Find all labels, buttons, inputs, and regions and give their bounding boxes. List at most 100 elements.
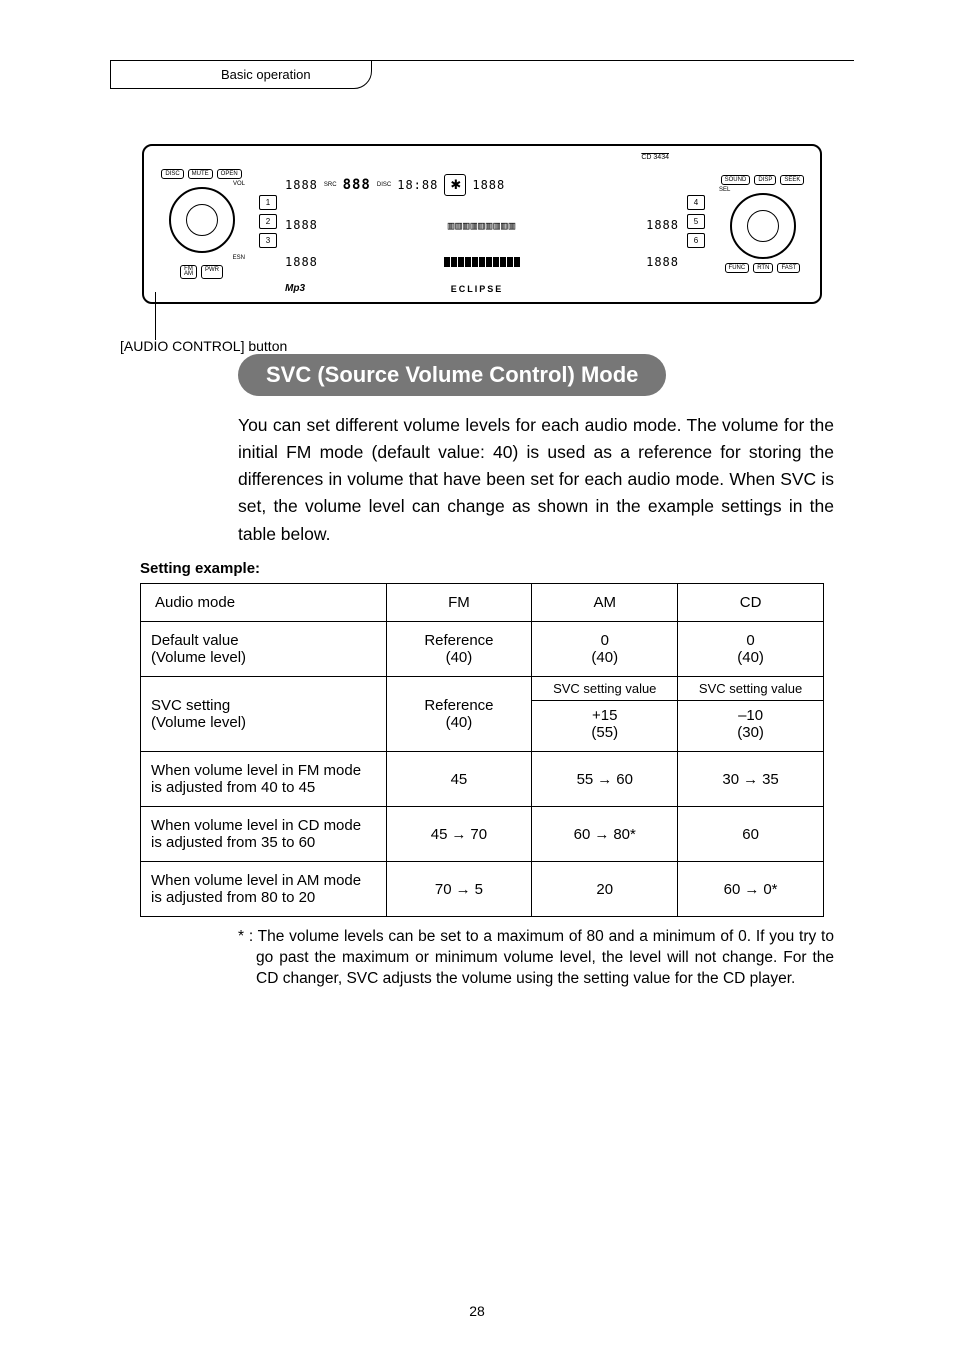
cell-default-am: 0 (40) — [532, 621, 678, 676]
cell-text: 5 — [475, 881, 483, 898]
open-button: OPEN — [217, 169, 242, 179]
cell-text: (Volume level) — [151, 714, 246, 731]
row-a-label: When volume level in FM mode is adjusted… — [141, 752, 387, 807]
cell-text: is adjusted from 35 to 60 — [151, 834, 315, 851]
fm-am-button: FMAM — [180, 265, 197, 280]
cell-text: 70 — [435, 881, 452, 898]
preset-2: 2 — [259, 214, 277, 229]
am-label: AM — [184, 271, 193, 277]
disc-label: DISC — [377, 182, 391, 188]
seg-888: 888 — [343, 177, 371, 193]
cell-b-am: 60→80* — [532, 807, 678, 862]
cell-text: is adjusted from 80 to 20 — [151, 889, 315, 906]
table-row: When volume level in AM mode is adjusted… — [141, 862, 824, 917]
fast-button: FAST — [777, 263, 800, 273]
esn-label: ESN — [233, 253, 249, 261]
cell-text: When volume level in AM mode — [151, 872, 361, 889]
table-row: Default value (Volume level) Reference (… — [141, 621, 824, 676]
lcd-display: 1888 SRC 888 DISC 18:88 1888 1888 ▥▥▥▥▥▥… — [281, 161, 683, 282]
table-row: When volume level in CD mode is adjusted… — [141, 807, 824, 862]
row-default-label: Default value (Volume level) — [141, 621, 387, 676]
cell-text: Reference — [424, 632, 493, 649]
rtn-button: RTN — [753, 263, 773, 273]
seg-right-3: 1888 — [646, 255, 679, 269]
cell-text: Reference — [424, 697, 493, 714]
arrow-icon: → — [447, 826, 470, 843]
row-c-label: When volume level in AM mode is adjusted… — [141, 862, 387, 917]
vol-label: VOL — [233, 179, 249, 187]
svc-table: Audio mode FM AM CD Default value (Volum… — [140, 583, 824, 918]
cell-text: 35 — [762, 771, 779, 788]
cell-subhead: SVC setting value — [678, 681, 823, 697]
row-svc-label: SVC setting (Volume level) — [141, 676, 387, 752]
func-button: FUNC — [725, 263, 750, 273]
table-row: When volume level in FM mode is adjusted… — [141, 752, 824, 807]
mute-button: MUTE — [188, 169, 213, 179]
preset-3: 3 — [259, 233, 277, 248]
th-am: AM — [532, 583, 678, 621]
cell-text: 60 — [724, 881, 741, 898]
audio-control-knob — [169, 187, 235, 253]
cell-text: 0 — [601, 632, 609, 649]
cell-text: 60 — [574, 826, 591, 843]
equalizer-icon: ▥▥▥▥▥▥▥▥▥ — [324, 219, 640, 232]
cell-text: (55) — [591, 724, 618, 741]
seek-button: SEEK — [780, 175, 804, 185]
breadcrumb: Basic operation — [221, 67, 311, 82]
model-label: CD 3434 — [255, 154, 709, 161]
cell-text: When volume level in CD mode — [151, 817, 361, 834]
disp-button: DISP — [754, 175, 776, 185]
cell-default-fm: Reference (40) — [386, 621, 532, 676]
th-cd: CD — [678, 583, 824, 621]
cell-default-cd: 0 (40) — [678, 621, 824, 676]
cell-text: 45 — [431, 826, 448, 843]
cell-c-fm: 70→5 — [386, 862, 532, 917]
cell-text: When volume level in FM mode — [151, 762, 361, 779]
cell-svc-cd: SVC setting value –10 (30) — [678, 676, 824, 752]
cell-text: SVC setting — [151, 697, 230, 714]
preset-1: 1 — [259, 195, 277, 210]
cell-text: Default value — [151, 632, 239, 649]
select-knob — [730, 193, 796, 259]
cell-text: (Volume level) — [151, 649, 246, 666]
th-fm: FM — [386, 583, 532, 621]
cell-c-am: 20 — [532, 862, 678, 917]
seg-time: 18:88 — [397, 178, 438, 192]
arrow-icon: → — [452, 881, 475, 898]
cell-text: (40) — [446, 649, 473, 666]
mp3-icon: Mp3 — [255, 283, 305, 294]
table-header-row: Audio mode FM AM CD — [141, 583, 824, 621]
spectrum-icon — [324, 257, 640, 267]
header-tab: Basic operation — [110, 60, 372, 89]
seg-left: 1888 — [285, 178, 318, 192]
cell-text: (40) — [446, 714, 473, 731]
setting-example-label: Setting example: — [140, 560, 834, 577]
callout-line — [155, 292, 156, 340]
pwr-button: PWR — [201, 265, 223, 280]
cell-text: 70 — [470, 826, 487, 843]
footnote: * : The volume levels can be set to a ma… — [238, 927, 834, 990]
cell-a-fm: 45 — [386, 752, 532, 807]
preset-5: 5 — [687, 214, 705, 229]
cell-text: (40) — [591, 649, 618, 666]
section-title: SVC (Source Volume Control) Mode — [238, 354, 666, 396]
cell-subhead: SVC setting value — [532, 681, 677, 697]
cell-text: (30) — [737, 724, 764, 741]
cell-text: 30 — [722, 771, 739, 788]
cell-text: is adjusted from 40 to 45 — [151, 779, 315, 796]
cell-a-cd: 30→35 — [678, 752, 824, 807]
intro-paragraph: You can set different volume levels for … — [238, 412, 834, 548]
seg-left-2: 1888 — [285, 218, 318, 232]
arrow-icon: → — [740, 881, 763, 898]
cell-text: +15 — [592, 707, 617, 724]
compass-icon — [444, 174, 466, 196]
cell-text: 0* — [763, 881, 777, 898]
sound-button: SOUND — [721, 175, 751, 185]
row-b-label: When volume level in CD mode is adjusted… — [141, 807, 387, 862]
th-audio-mode: Audio mode — [141, 583, 387, 621]
cell-text: 60 — [616, 771, 633, 788]
seg-right-2: 1888 — [646, 218, 679, 232]
sel-label: SEL — [715, 185, 730, 193]
table-row: SVC setting (Volume level) Reference (40… — [141, 676, 824, 752]
preset-4: 4 — [687, 195, 705, 210]
